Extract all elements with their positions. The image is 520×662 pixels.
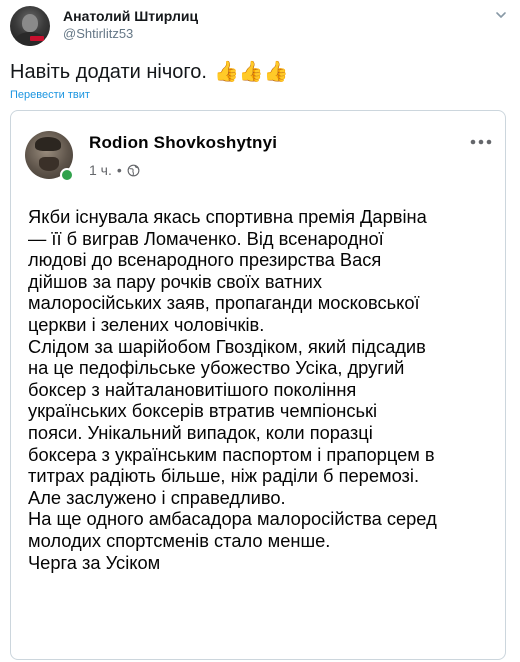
avatar-badge xyxy=(30,36,44,41)
post-time[interactable]: 1 ч. xyxy=(89,162,112,178)
tweet-header: Анатолий Штирлиц @Shtirlitz53 xyxy=(10,6,510,46)
avatar-face xyxy=(22,14,38,32)
thumbs-up-emoji: 👍👍👍 xyxy=(214,61,289,83)
avatar-beard xyxy=(39,157,59,171)
post-meta: 1 ч. • xyxy=(89,162,140,178)
post-author-name[interactable]: Rodion Shovkoshytnyi xyxy=(89,133,277,153)
meta-separator: • xyxy=(116,162,122,178)
author-name[interactable]: Анатолий Штирлиц xyxy=(63,8,198,24)
quoted-post-card[interactable]: Rodion Shovkoshytnyi 1 ч. • Якби існувал… xyxy=(10,110,506,660)
globe-icon xyxy=(127,164,140,176)
more-dots-icon[interactable] xyxy=(469,137,493,147)
author-handle[interactable]: @Shtirlitz53 xyxy=(63,26,133,41)
post-body: Якби існувала якась спортивна премія Дар… xyxy=(28,206,437,573)
avatar-hair xyxy=(35,137,61,151)
chevron-down-icon[interactable] xyxy=(494,8,508,22)
author-avatar[interactable] xyxy=(10,6,50,46)
translate-tweet-link[interactable]: Перевести твит xyxy=(10,89,90,101)
online-status-dot xyxy=(60,168,74,182)
tweet-text: Навіть додати нічого. xyxy=(10,61,207,83)
